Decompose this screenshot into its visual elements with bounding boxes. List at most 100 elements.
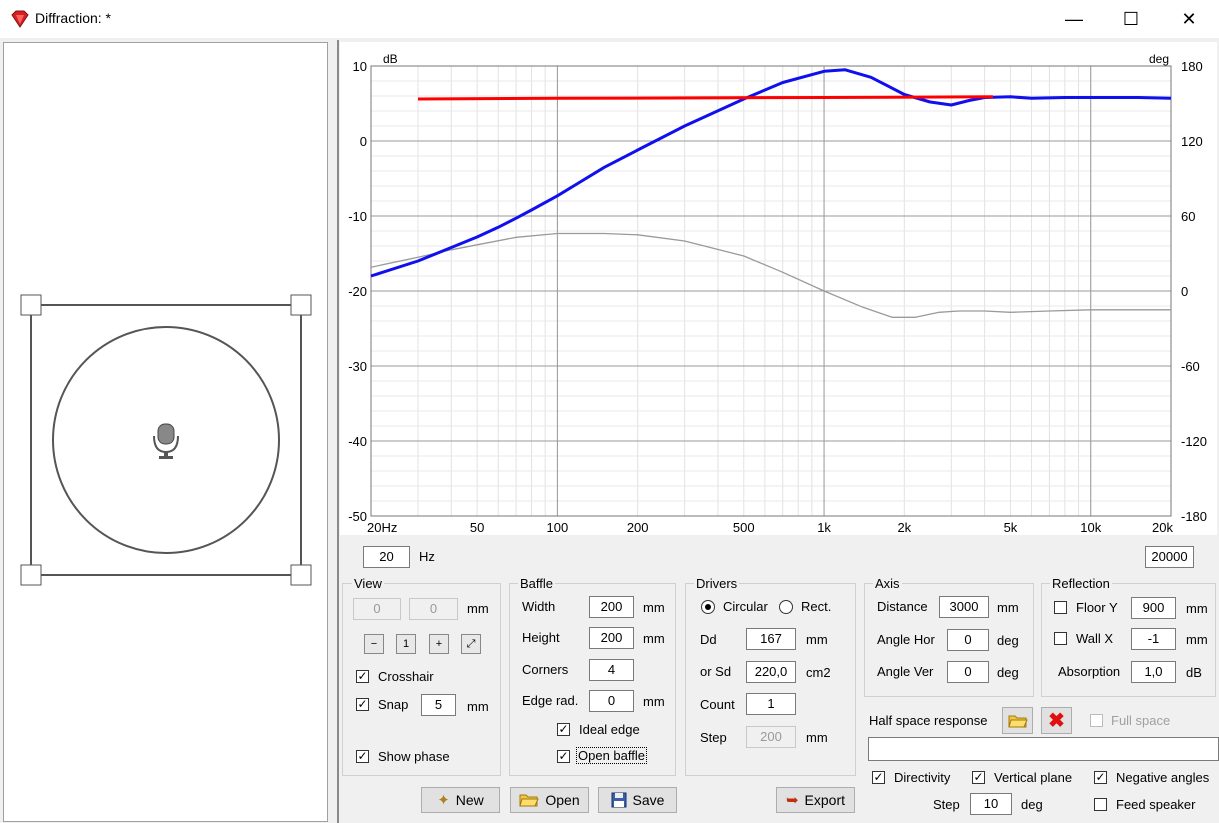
count-label: Count: [700, 697, 735, 712]
feed-speaker-checkbox[interactable]: [1094, 798, 1107, 811]
y-tick-label: -50: [348, 509, 367, 524]
y2-tick-label: 0: [1181, 284, 1188, 299]
angle-ver-input[interactable]: 0: [947, 661, 989, 683]
fit-view-icon[interactable]: ⤢: [461, 634, 481, 654]
microphone-icon: [153, 423, 179, 459]
directivity-checkbox[interactable]: ✓: [872, 771, 885, 784]
folder-open-icon: [1007, 715, 1028, 727]
save-button[interactable]: Save: [598, 787, 677, 813]
chart-background: [340, 42, 1217, 535]
save-button-label: Save: [632, 792, 665, 808]
vertical-plane-checkbox[interactable]: ✓: [972, 771, 985, 784]
directivity-step-input[interactable]: 10: [970, 793, 1012, 815]
ideal-edge-checkbox[interactable]: ✓: [557, 723, 570, 736]
distance-input[interactable]: 3000: [939, 596, 989, 618]
x-tick-label: 5k: [1004, 520, 1018, 535]
open-button[interactable]: Open: [510, 787, 589, 813]
title-bar: Diffraction: * — ☐ ✕: [0, 0, 1219, 38]
count-input[interactable]: 1: [746, 693, 796, 715]
resize-handle-top-left: [20, 294, 42, 316]
ideal-edge-label: Ideal edge: [579, 722, 640, 737]
snap-input[interactable]: 5: [421, 694, 456, 716]
export-button[interactable]: ➥ Export: [776, 787, 855, 813]
y-tick-label: -40: [348, 434, 367, 449]
angle-ver-unit-label: deg: [997, 665, 1019, 680]
absorption-unit-label: dB: [1186, 665, 1202, 680]
full-space-checkbox[interactable]: [1090, 714, 1103, 727]
y2-axis-unit-label: deg: [1149, 52, 1169, 66]
snap-unit-label: mm: [467, 699, 489, 714]
edge-radius-label: Edge rad.: [522, 693, 579, 708]
width-input[interactable]: 200: [589, 596, 634, 618]
frequency-response-chart[interactable]: 100-10-20-30-40-50180120600-60-120-18020…: [340, 42, 1217, 535]
snap-label: Snap: [378, 697, 409, 712]
reflection-group-title: Reflection: [1050, 576, 1112, 591]
view-x-input[interactable]: 0: [353, 598, 401, 620]
freq-max-input[interactable]: 20000: [1145, 546, 1194, 568]
dd-input[interactable]: 167: [746, 628, 796, 650]
zoom-reset-icon[interactable]: 1: [396, 634, 416, 654]
x-tick-label: 20Hz: [367, 520, 397, 535]
drivers-group-title: Drivers: [694, 576, 740, 591]
baffle-drawing: [20, 294, 312, 586]
width-label: Width: [522, 599, 556, 614]
wall-input[interactable]: -1: [1131, 628, 1176, 650]
y-tick-label: 10: [353, 59, 367, 74]
open-baffle-checkbox[interactable]: ✓: [557, 750, 570, 763]
absorption-input[interactable]: 1,0: [1131, 661, 1176, 683]
resize-handle-bottom-right: [290, 564, 312, 586]
x-tick-label: 2k: [897, 520, 911, 535]
new-button[interactable]: ✦ New: [421, 787, 500, 813]
maximize-button[interactable]: ☐: [1102, 0, 1160, 38]
zoom-in-icon[interactable]: +: [429, 634, 449, 654]
half-space-label: Half space response: [869, 713, 988, 728]
wall-label: Wall X: [1076, 631, 1114, 646]
floor-checkbox[interactable]: [1054, 601, 1067, 614]
driver-step-unit-label: mm: [806, 730, 828, 745]
minimize-button[interactable]: —: [1045, 0, 1103, 38]
view-group-title: View: [352, 576, 384, 591]
x-tick-label: 200: [627, 520, 649, 535]
height-input[interactable]: 200: [589, 627, 634, 649]
freq-min-input[interactable]: 20: [363, 546, 410, 568]
edge-radius-unit-label: mm: [643, 694, 665, 709]
show-phase-checkbox[interactable]: ✓: [356, 750, 369, 763]
dd-unit-label: mm: [806, 632, 828, 647]
y-tick-label: -30: [348, 359, 367, 374]
floor-input[interactable]: 900: [1131, 597, 1176, 619]
driver-step-input[interactable]: 200: [746, 726, 796, 748]
half-space-file-input[interactable]: [868, 737, 1219, 761]
zoom-out-icon[interactable]: −: [364, 634, 384, 654]
corners-input[interactable]: 4: [589, 659, 634, 681]
wall-unit-label: mm: [1186, 632, 1208, 647]
folder-open-icon: [519, 794, 540, 807]
baffle-group-title: Baffle: [518, 576, 556, 591]
close-button[interactable]: ✕: [1160, 0, 1218, 38]
snap-checkbox[interactable]: ✓: [356, 698, 369, 711]
rect-radio[interactable]: [779, 600, 793, 614]
crosshair-checkbox[interactable]: ✓: [356, 670, 369, 683]
negative-angles-checkbox[interactable]: ✓: [1094, 771, 1107, 784]
view-y-input[interactable]: 0: [409, 598, 458, 620]
x-tick-label: 50: [470, 520, 484, 535]
open-half-space-button[interactable]: [1002, 707, 1033, 734]
baffle-preview[interactable]: [3, 42, 328, 822]
floppy-disk-icon: [611, 792, 627, 808]
x-tick-label: 500: [733, 520, 755, 535]
angle-hor-unit-label: deg: [997, 633, 1019, 648]
wall-checkbox[interactable]: [1054, 632, 1067, 645]
sd-input[interactable]: 220,0: [746, 661, 796, 683]
y2-tick-label: 180: [1181, 59, 1203, 74]
circular-radio[interactable]: [701, 600, 715, 614]
feed-speaker-label: Feed speaker: [1116, 797, 1196, 812]
edge-radius-input[interactable]: 0: [589, 690, 634, 712]
app-gem-icon: [11, 10, 29, 28]
y-tick-label: -10: [348, 209, 367, 224]
clear-half-space-button[interactable]: ✖: [1041, 707, 1072, 734]
window-title: Diffraction: *: [35, 10, 111, 26]
circular-label: Circular: [723, 599, 768, 614]
y-tick-label: 0: [360, 134, 367, 149]
delete-x-icon: ✖: [1048, 710, 1065, 732]
angle-hor-input[interactable]: 0: [947, 629, 989, 651]
y2-tick-label: 120: [1181, 134, 1203, 149]
